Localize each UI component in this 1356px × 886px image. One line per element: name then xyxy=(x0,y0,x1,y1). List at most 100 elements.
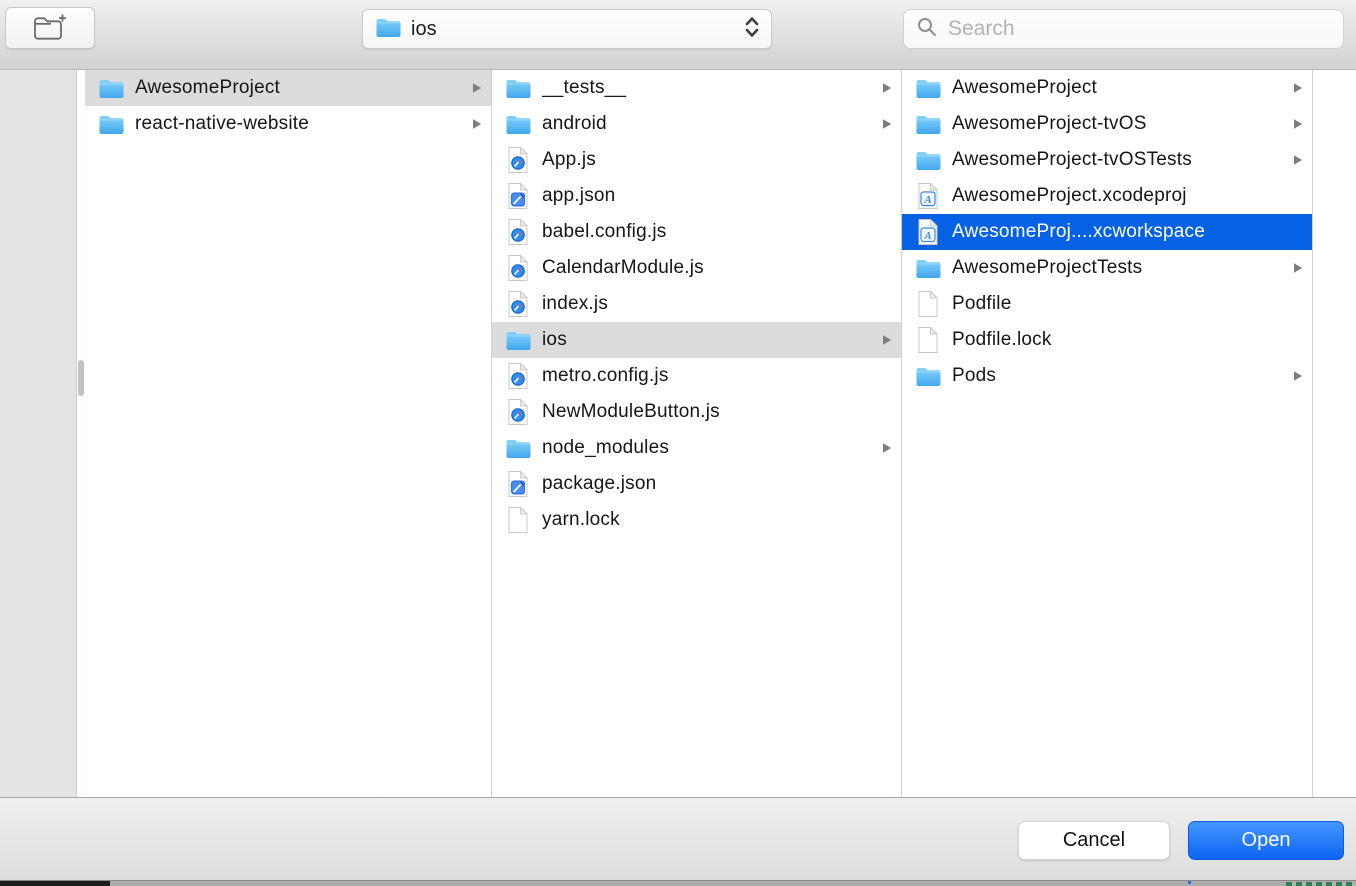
file-item-label: package.json xyxy=(542,473,893,495)
folder-icon xyxy=(914,365,942,387)
js-file-icon xyxy=(504,398,532,426)
js-file-icon xyxy=(504,362,532,390)
plain-file-icon xyxy=(914,326,942,354)
file-item-NewModuleButton.js[interactable]: NewModuleButton.js xyxy=(492,394,901,430)
js-file-icon xyxy=(504,254,532,282)
sidebar-strip xyxy=(0,70,77,797)
file-item-label: AwesomeProject xyxy=(952,77,1293,99)
scrollbar-thumb[interactable] xyxy=(78,360,84,396)
file-item-node_modules[interactable]: node_modules xyxy=(492,430,901,466)
file-item-AwesomeProjectTests[interactable]: AwesomeProjectTests xyxy=(902,250,1312,286)
file-item-label: Podfile.lock xyxy=(952,329,1304,351)
open-file-dialog: ios AwesomeProject react-native-website _… xyxy=(0,0,1356,880)
folder-icon xyxy=(914,113,942,135)
disclosure-arrow-icon xyxy=(882,442,893,454)
file-item-label: AwesomeProjectTests xyxy=(952,257,1293,279)
cancel-button[interactable]: Cancel xyxy=(1018,821,1170,860)
disclosure-arrow-icon xyxy=(1293,118,1304,130)
file-item-package.json[interactable]: package.json xyxy=(492,466,901,502)
folder-icon xyxy=(504,77,532,99)
file-item-label: metro.config.js xyxy=(542,365,893,387)
json-file-icon xyxy=(504,182,532,210)
file-item-label: ios xyxy=(542,329,882,351)
disclosure-arrow-icon xyxy=(1293,370,1304,382)
file-item-label: android xyxy=(542,113,882,135)
folder-icon xyxy=(914,149,942,171)
svg-text:A: A xyxy=(923,230,931,242)
folder-icon xyxy=(504,113,532,135)
svg-text:A: A xyxy=(923,194,931,206)
file-item-Podfile.lock[interactable]: Podfile.lock xyxy=(902,322,1312,358)
folder-icon xyxy=(504,329,532,351)
file-column-3: AwesomeProject AwesomeProject-tvOS Awesome… xyxy=(902,70,1313,797)
background-window-green-text-fragment xyxy=(1286,882,1354,886)
sidebar-scrollbar[interactable] xyxy=(77,70,85,797)
column-browser: AwesomeProject react-native-website __tes… xyxy=(0,70,1356,797)
file-item-AwesomeProject.xcodeproj[interactable]: A AwesomeProject.xcodeproj xyxy=(902,178,1312,214)
folder-icon xyxy=(914,77,942,99)
file-column-2: __tests__android App.js app.json babel.conf… xyxy=(492,70,902,797)
file-item-label: AwesomeProject.xcodeproj xyxy=(952,185,1304,207)
js-file-icon xyxy=(504,290,532,318)
open-button[interactable]: Open xyxy=(1188,821,1344,860)
new-folder-button[interactable] xyxy=(5,7,95,49)
plain-file-icon xyxy=(504,506,532,534)
file-item-label: AwesomeProject-tvOSTests xyxy=(952,149,1293,171)
disclosure-arrow-icon xyxy=(1293,82,1304,94)
file-item-label: AwesomeProj....xcworkspace xyxy=(952,221,1304,243)
file-item-babel.config.js[interactable]: babel.config.js xyxy=(492,214,901,250)
file-item-App.js[interactable]: App.js xyxy=(492,142,901,178)
file-item-label: Podfile xyxy=(952,293,1304,315)
file-item-Podfile[interactable]: Podfile xyxy=(902,286,1312,322)
file-item-label: Pods xyxy=(952,365,1293,387)
disclosure-arrow-icon xyxy=(882,118,893,130)
current-folder-dropdown[interactable]: ios xyxy=(362,9,772,49)
file-item-ios[interactable]: ios xyxy=(492,322,901,358)
file-item-label: app.json xyxy=(542,185,893,207)
dialog-toolbar: ios xyxy=(0,0,1356,70)
folder-icon xyxy=(97,77,125,99)
file-item-AwesomeProject[interactable]: AwesomeProject xyxy=(902,70,1312,106)
background-window-strip xyxy=(0,880,1356,886)
file-item-index.js[interactable]: index.js xyxy=(492,286,901,322)
search-field[interactable] xyxy=(903,9,1344,49)
file-item-label: CalendarModule.js xyxy=(542,257,893,279)
file-item-label: yarn.lock xyxy=(542,509,893,531)
file-item-app.json[interactable]: app.json xyxy=(492,178,901,214)
file-item-AwesomeProject-tvOSTests[interactable]: AwesomeProject-tvOSTests xyxy=(902,142,1312,178)
file-item-label: NewModuleButton.js xyxy=(542,401,893,423)
disclosure-arrow-icon xyxy=(472,82,483,94)
file-item-AwesomeProj....xcworkspace[interactable]: A AwesomeProj....xcworkspace xyxy=(902,214,1312,250)
file-column-1: AwesomeProject react-native-website xyxy=(85,70,492,797)
background-window-blue-mark xyxy=(1188,881,1191,884)
file-item-label: react-native-website xyxy=(135,113,472,135)
file-item-AwesomeProject-tvOS[interactable]: AwesomeProject-tvOS xyxy=(902,106,1312,142)
xcode-file-icon: A xyxy=(914,182,942,210)
file-item-label: babel.config.js xyxy=(542,221,893,243)
file-item-label: AwesomeProject-tvOS xyxy=(952,113,1293,135)
disclosure-arrow-icon xyxy=(1293,262,1304,274)
dialog-footer: Cancel Open xyxy=(0,797,1356,880)
disclosure-arrow-icon xyxy=(882,334,893,346)
file-item-AwesomeProject[interactable]: AwesomeProject xyxy=(85,70,491,106)
search-input[interactable] xyxy=(948,17,1331,41)
file-item-CalendarModule.js[interactable]: CalendarModule.js xyxy=(492,250,901,286)
new-folder-icon xyxy=(31,12,69,45)
js-file-icon xyxy=(504,146,532,174)
folder-icon xyxy=(504,437,532,459)
file-item-label: __tests__ xyxy=(542,77,882,99)
file-item-yarn.lock[interactable]: yarn.lock xyxy=(492,502,901,538)
file-item-label: AwesomeProject xyxy=(135,77,472,99)
file-item-metro.config.js[interactable]: metro.config.js xyxy=(492,358,901,394)
folder-icon xyxy=(97,113,125,135)
file-item-react-native-website[interactable]: react-native-website xyxy=(85,106,491,142)
plain-file-icon xyxy=(914,290,942,318)
file-item-label: node_modules xyxy=(542,437,882,459)
js-file-icon xyxy=(504,218,532,246)
json-file-icon xyxy=(504,470,532,498)
folder-icon xyxy=(914,257,942,279)
file-item-__tests__[interactable]: __tests__ xyxy=(492,70,901,106)
file-item-android[interactable]: android xyxy=(492,106,901,142)
file-item-label: App.js xyxy=(542,149,893,171)
file-item-Pods[interactable]: Pods xyxy=(902,358,1312,394)
